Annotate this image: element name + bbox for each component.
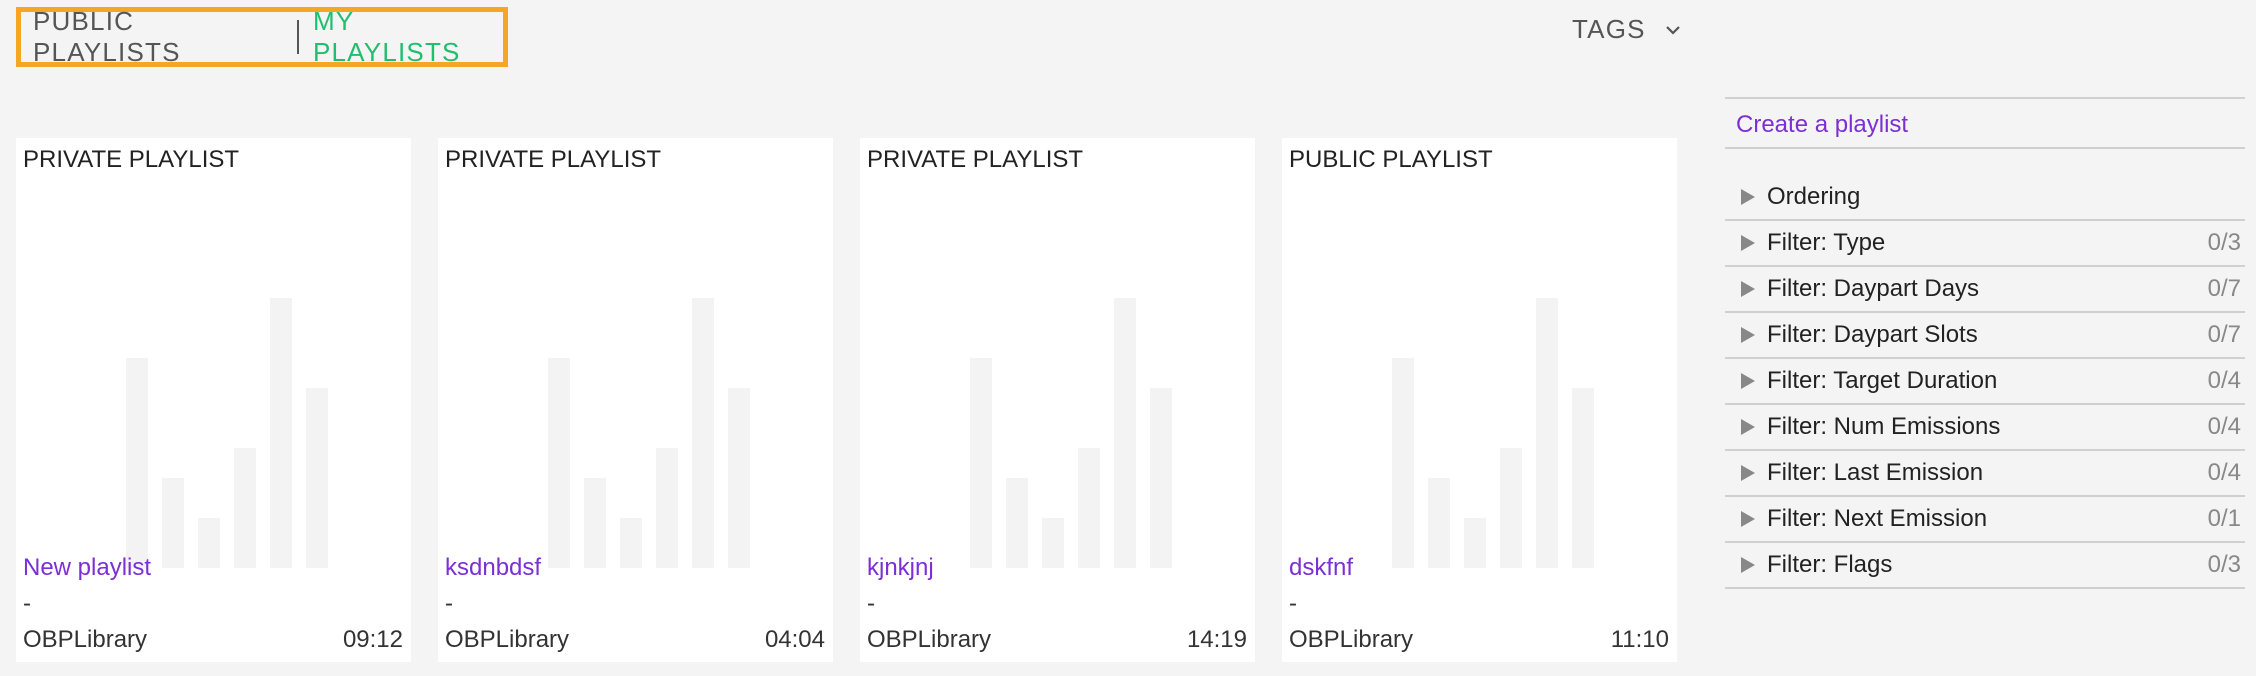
filter-label: Ordering: [1767, 183, 1861, 210]
filter-ordering[interactable]: Ordering: [1725, 175, 2245, 221]
filter-label: Filter: Type: [1767, 229, 1886, 256]
playlist-art-icon: [970, 298, 1172, 568]
filter-daypart-days[interactable]: Filter: Daypart Days 0/7: [1725, 267, 2245, 313]
playlist-owner: OBPLibrary: [445, 626, 570, 653]
filter-label: Filter: Last Emission: [1767, 459, 1984, 486]
playlist-name-link[interactable]: kjnkjnj: [867, 554, 934, 582]
filter-last-emission[interactable]: Filter: Last Emission 0/4: [1725, 451, 2245, 497]
filter-count: 0/3: [2207, 229, 2241, 256]
divider: [1725, 147, 2245, 149]
playlist-duration: 11:10: [1610, 626, 1669, 653]
playlist-art-icon: [548, 298, 750, 568]
filter-count: 0/4: [2207, 413, 2241, 440]
create-playlist-link[interactable]: Create a playlist: [1725, 99, 2245, 147]
filter-count: 0/3: [2207, 551, 2241, 578]
playlist-card[interactable]: PUBLIC PLAYLIST dskfnf - OBPLibrary 11:1…: [1282, 138, 1677, 662]
tags-dropdown[interactable]: TAGS: [1572, 14, 1682, 45]
expand-triangle-icon: [1741, 373, 1755, 389]
playlist-name-link[interactable]: ksdnbdsf: [445, 554, 541, 582]
playlist-owner: OBPLibrary: [867, 626, 992, 653]
filter-count: 0/1: [2207, 505, 2241, 532]
filter-num-emissions[interactable]: Filter: Num Emissions 0/4: [1725, 405, 2245, 451]
playlist-description: -: [23, 590, 31, 617]
filter-daypart-slots[interactable]: Filter: Daypart Slots 0/7: [1725, 313, 2245, 359]
playlist-art-icon: [1392, 298, 1594, 568]
expand-triangle-icon: [1741, 557, 1755, 573]
filter-label: Filter: Target Duration: [1767, 367, 1998, 394]
playlist-duration: 04:04: [764, 626, 825, 653]
filter-label: Filter: Daypart Slots: [1767, 321, 1978, 348]
filter-sidebar: Create a playlist Ordering Filter: Type …: [1725, 97, 2245, 589]
tab-divider: [297, 20, 299, 54]
expand-triangle-icon: [1741, 235, 1755, 251]
filter-type[interactable]: Filter: Type 0/3: [1725, 221, 2245, 267]
playlist-art-icon: [126, 298, 328, 568]
tab-my-playlists[interactable]: MY PLAYLISTS: [313, 6, 503, 68]
playlist-tabs: PUBLIC PLAYLISTS MY PLAYLISTS: [16, 6, 508, 68]
playlist-name-link[interactable]: New playlist: [23, 554, 151, 582]
playlist-card[interactable]: PRIVATE PLAYLIST New playlist - OBPLibra…: [16, 138, 411, 662]
filter-count: 0/7: [2207, 321, 2241, 348]
playlist-visibility: PRIVATE PLAYLIST: [867, 146, 1084, 173]
chevron-down-icon: [1665, 25, 1680, 35]
filter-target-duration[interactable]: Filter: Target Duration 0/4: [1725, 359, 2245, 405]
tags-label: TAGS: [1572, 14, 1646, 44]
playlist-duration: 14:19: [1186, 626, 1247, 653]
filter-label: Filter: Daypart Days: [1767, 275, 1980, 302]
filter-label: Filter: Next Emission: [1767, 505, 1988, 532]
playlist-visibility: PRIVATE PLAYLIST: [23, 146, 240, 173]
expand-triangle-icon: [1741, 189, 1755, 205]
playlist-name-link[interactable]: dskfnf: [1289, 554, 1353, 582]
expand-triangle-icon: [1741, 511, 1755, 527]
filter-flags[interactable]: Filter: Flags 0/3: [1725, 543, 2245, 589]
playlists-page: PUBLIC PLAYLISTS MY PLAYLISTS TAGS PRIVA…: [0, 0, 2256, 676]
playlist-duration: 09:12: [342, 626, 403, 653]
filter-label: Filter: Flags: [1767, 551, 1893, 578]
playlist-owner: OBPLibrary: [23, 626, 148, 653]
filter-list: Ordering Filter: Type 0/3 Filter: Daypar…: [1725, 175, 2245, 589]
playlist-owner: OBPLibrary: [1289, 626, 1414, 653]
playlist-description: -: [445, 590, 453, 617]
playlist-visibility: PRIVATE PLAYLIST: [445, 146, 662, 173]
playlist-description: -: [1289, 590, 1297, 617]
expand-triangle-icon: [1741, 281, 1755, 297]
playlist-description: -: [867, 590, 875, 617]
tab-public-playlists[interactable]: PUBLIC PLAYLISTS: [33, 6, 281, 68]
playlist-visibility: PUBLIC PLAYLIST: [1289, 146, 1493, 173]
expand-triangle-icon: [1741, 419, 1755, 435]
playlist-card[interactable]: PRIVATE PLAYLIST ksdnbdsf - OBPLibrary 0…: [438, 138, 833, 662]
expand-triangle-icon: [1741, 465, 1755, 481]
playlist-card[interactable]: PRIVATE PLAYLIST kjnkjnj - OBPLibrary 14…: [860, 138, 1255, 662]
filter-count: 0/4: [2207, 367, 2241, 394]
filter-count: 0/7: [2207, 275, 2241, 302]
filter-count: 0/4: [2207, 459, 2241, 486]
filter-next-emission[interactable]: Filter: Next Emission 0/1: [1725, 497, 2245, 543]
filter-label: Filter: Num Emissions: [1767, 413, 2001, 440]
expand-triangle-icon: [1741, 327, 1755, 343]
